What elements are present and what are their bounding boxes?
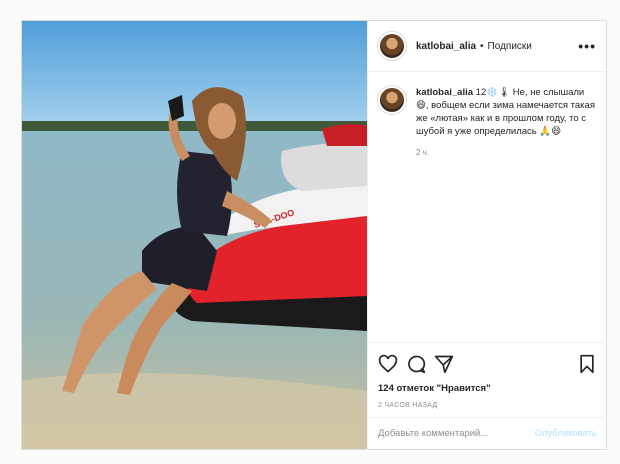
post-header: katlobai_alia • Подписки ••• [368, 21, 606, 72]
post-photo[interactable]: SEA-DOO [22, 21, 367, 449]
add-comment-bar: Добавьте комментарий... Опубликовать [368, 417, 607, 449]
post-card: SEA-DOO katlobai_alia • Подписки ••• kat… [21, 20, 607, 450]
caption-username[interactable]: katlobai_alia [416, 87, 473, 98]
caption-text-block: katlobai_alia 12❄️🌡 Не, не слышали 😄, во… [416, 86, 596, 138]
caption-comment: katlobai_alia 12❄️🌡 Не, не слышали 😄, во… [368, 72, 606, 138]
comment-input[interactable]: Добавьте комментарий... [378, 428, 488, 439]
likes-count[interactable]: 124 отметок "Нравится" [378, 383, 597, 394]
avatar[interactable] [378, 32, 406, 60]
share-icon[interactable] [434, 354, 454, 374]
comment-icon[interactable] [406, 354, 426, 374]
caption-avatar[interactable] [378, 86, 406, 114]
header-username[interactable]: katlobai_alia [416, 41, 476, 52]
separator-dot: • [480, 40, 484, 52]
following-label[interactable]: Подписки [488, 41, 532, 52]
heart-icon[interactable] [378, 354, 398, 374]
post-sidebar: katlobai_alia • Подписки ••• katlobai_al… [367, 21, 607, 449]
publish-button[interactable]: Опубликовать [535, 428, 597, 439]
photo-image: SEA-DOO [22, 21, 367, 449]
action-icons [378, 353, 597, 375]
caption-time: 2 ч. [416, 148, 430, 157]
posted-time[interactable]: 2 ЧАСОВ НАЗАД [378, 402, 597, 409]
bookmark-icon[interactable] [577, 354, 597, 374]
post-actions: 124 отметок "Нравится" 2 ЧАСОВ НАЗАД [368, 342, 607, 409]
more-options-icon[interactable]: ••• [578, 38, 596, 54]
